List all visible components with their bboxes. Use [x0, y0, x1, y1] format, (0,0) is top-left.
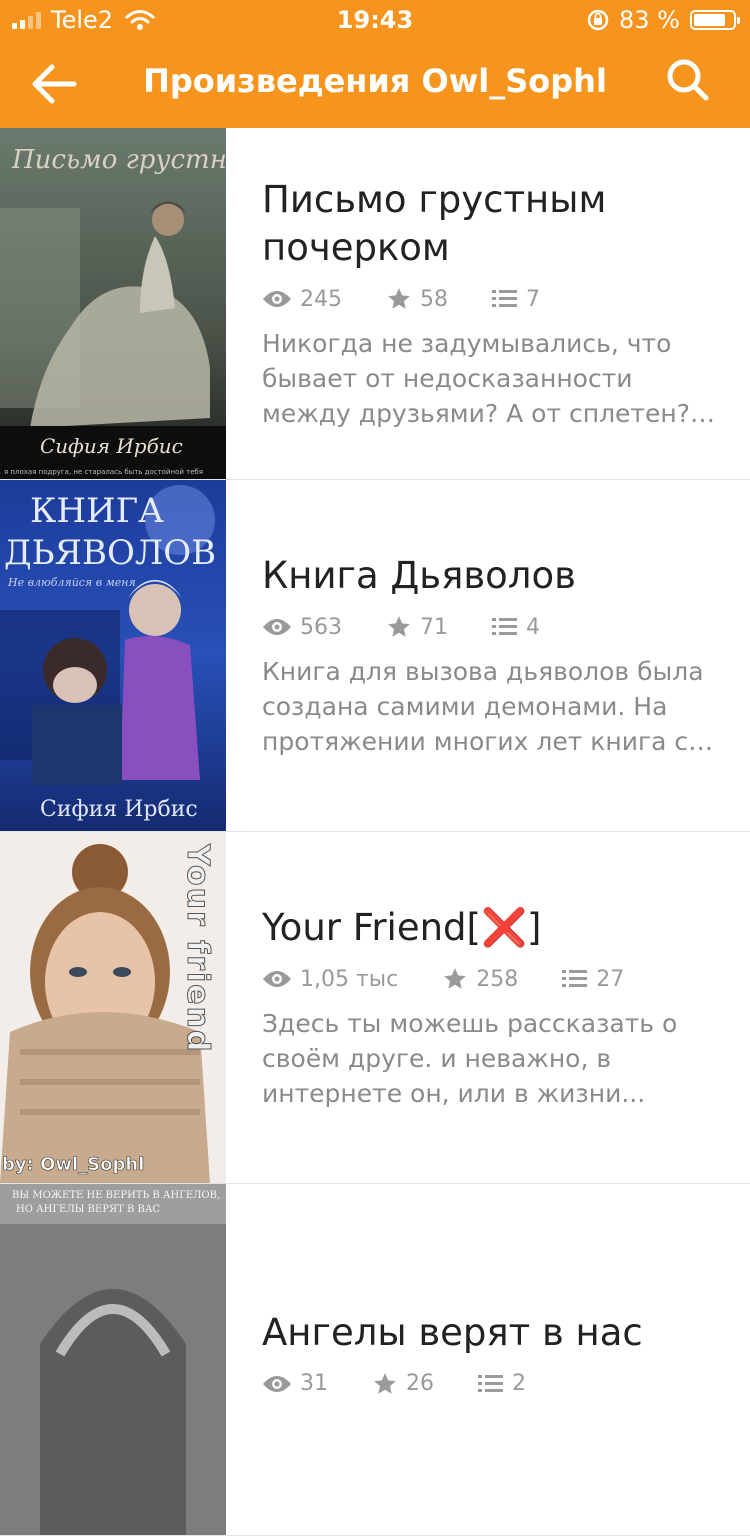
- works-list: Письмо грустным почерком Сифия Ирбис я п…: [0, 128, 750, 1536]
- cover-byline: by: Owl_Sophl: [2, 1154, 144, 1175]
- cover-tagline: я плохая подруга, не старалась быть дост…: [4, 468, 203, 476]
- star-icon: [388, 616, 410, 637]
- chapters-list-icon: [478, 1374, 503, 1392]
- app-header: Tele2 19:43 83 % Произведения Owl_Sophl: [0, 0, 750, 128]
- work-description: Здесь ты можешь рассказать о своём друге…: [262, 1009, 678, 1108]
- cover-title-line: ДЬЯВОЛОВ: [4, 533, 216, 573]
- book-cover[interactable]: ВЫ МОЖЕТЕ НЕ ВЕРИТЬ В АНГЕЛОВ, НО АНГЕЛЫ…: [0, 1184, 226, 1535]
- nav-bar: Произведения Owl_Sophl: [0, 40, 750, 128]
- chapters-count: 27: [596, 966, 625, 992]
- views-count: 563: [300, 614, 342, 640]
- work-description: Никогда не задумывались, что бывает от н…: [262, 329, 715, 428]
- chapters-count: 7: [526, 286, 540, 312]
- work-title[interactable]: Ангелы верят в нас: [262, 1309, 720, 1357]
- star-icon: [374, 1372, 396, 1394]
- search-icon: [667, 59, 709, 101]
- book-cover[interactable]: Your friend by: Owl_Sophl: [0, 832, 226, 1183]
- back-arrow-icon: [32, 64, 77, 104]
- cover-vertical-title: Your friend: [180, 843, 215, 1054]
- work-item[interactable]: ВЫ МОЖЕТЕ НЕ ВЕРИТЬ В АНГЕЛОВ, НО АНГЕЛЫ…: [0, 1184, 750, 1536]
- likes-count: 26: [406, 1371, 434, 1396]
- cover-tagline: ВЫ МОЖЕТЕ НЕ ВЕРИТЬ В АНГЕЛОВ,: [12, 1190, 220, 1201]
- book-cover[interactable]: КНИГА ДЬЯВОЛОВ Не влюбляйся в меня Сифия…: [0, 480, 226, 831]
- search-button[interactable]: [664, 56, 720, 112]
- work-description: Книга для вызова дьяволов была создана с…: [262, 657, 714, 756]
- cover-tagline: Не влюбляйся в меня: [7, 576, 136, 589]
- chapters-list-icon: [562, 970, 588, 987]
- work-stats: 563 71 4: [262, 614, 720, 640]
- work-title[interactable]: Книга Дьяволов: [262, 552, 720, 600]
- work-title[interactable]: Your Friend[❌]: [262, 904, 720, 952]
- likes-count: 71: [420, 614, 448, 640]
- star-icon: [444, 968, 467, 989]
- work-stats: 31 26 2: [262, 1371, 720, 1397]
- likes-count: 258: [476, 966, 519, 992]
- eye-icon: [263, 971, 291, 987]
- cover-title-line: Письмо грустным почерком: [11, 145, 226, 175]
- star-icon: [388, 288, 410, 309]
- battery-icon: [690, 10, 740, 30]
- eye-icon: [263, 1375, 291, 1392]
- chapters-count: 4: [526, 614, 540, 640]
- work-stats: 1,05 тыс 258 27: [262, 966, 720, 992]
- likes-count: 58: [420, 286, 448, 312]
- cover-author: Сифия Ирбис: [40, 434, 183, 458]
- book-cover[interactable]: Письмо грустным почерком Сифия Ирбис я п…: [0, 128, 226, 479]
- work-stats: 245 58 7: [262, 286, 720, 312]
- back-button[interactable]: [30, 56, 94, 112]
- work-title[interactable]: Письмо грустным почерком: [262, 176, 720, 272]
- orientation-lock-icon: [587, 9, 609, 31]
- eye-icon: [263, 291, 291, 307]
- work-item[interactable]: Your friend by: Owl_Sophl Your Friend[❌]…: [0, 832, 750, 1184]
- status-bar: Tele2 19:43 83 %: [0, 0, 750, 40]
- cover-title-line: КНИГА: [30, 491, 164, 531]
- cover-author: Сифия Ирбис: [40, 797, 198, 822]
- chapters-count: 2: [512, 1371, 526, 1396]
- battery-percent: 83 %: [619, 6, 680, 34]
- page-title: Произведения Owl_Sophl: [143, 62, 607, 100]
- views-count: 245: [300, 286, 342, 312]
- eye-icon: [263, 619, 291, 635]
- chapters-list-icon: [492, 618, 517, 635]
- cover-tagline: НО АНГЕЛЫ ВЕРЯТ В ВАС: [16, 1204, 160, 1215]
- chapters-list-icon: [492, 290, 517, 307]
- work-item[interactable]: КНИГА ДЬЯВОЛОВ Не влюбляйся в меня Сифия…: [0, 480, 750, 832]
- views-count: 31: [300, 1371, 328, 1396]
- views-count: 1,05 тыс: [300, 966, 399, 992]
- work-item[interactable]: Письмо грустным почерком Сифия Ирбис я п…: [0, 128, 750, 480]
